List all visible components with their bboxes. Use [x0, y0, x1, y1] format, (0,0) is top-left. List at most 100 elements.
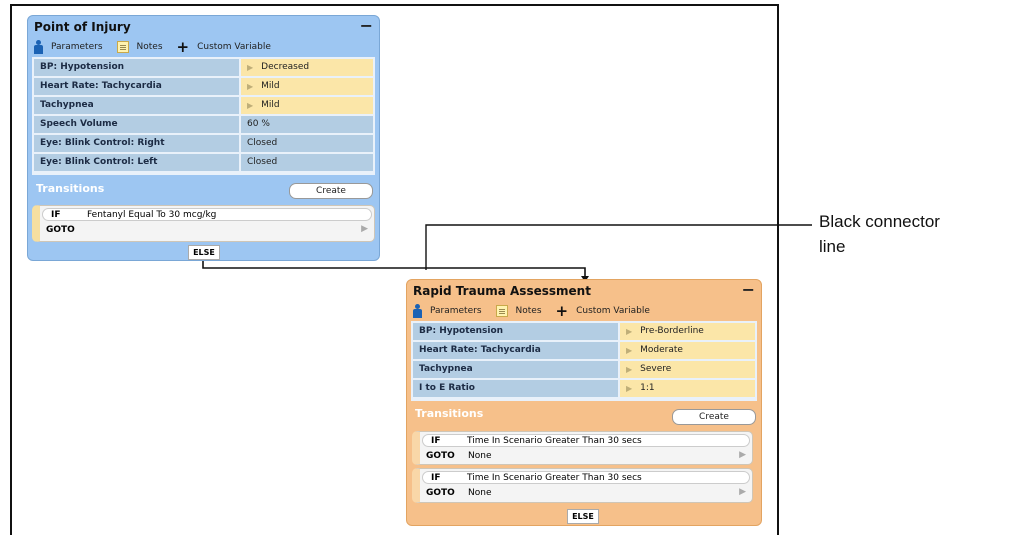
parameter-row[interactable]: Heart Rate: Tachycardia ▶ Moderate	[413, 342, 755, 359]
node-toolbar: Parameters Notes + Custom Variable	[413, 303, 664, 319]
if-keyword: IF	[431, 435, 441, 446]
parameter-row[interactable]: BP: Hypotension ▶ Pre-Borderline	[413, 323, 755, 340]
goto-keyword: GOTO	[426, 451, 455, 461]
if-condition[interactable]: IF Fentanyl Equal To 30 mcg/kg	[42, 208, 372, 221]
plus-icon: +	[176, 38, 190, 56]
parameter-list: BP: Hypotension ▶ Pre-Borderline Heart Rate…	[411, 321, 757, 401]
collapse-button[interactable]: −	[360, 16, 373, 35]
parameter-row[interactable]: Heart Rate: Tachycardia ▶ Mild	[34, 78, 373, 95]
node-rapid-trauma-assessment[interactable]: Rapid Trauma Assessment − Parameters Not…	[406, 279, 762, 526]
collapse-button[interactable]: −	[742, 280, 755, 299]
goto-keyword: GOTO	[426, 488, 455, 498]
parameter-value[interactable]: ▶ 1:1	[620, 380, 755, 397]
condition-text: Time In Scenario Greater Than 30 secs	[467, 435, 642, 446]
node-title: Point of Injury	[34, 20, 131, 34]
parameters-tab[interactable]: Parameters	[413, 304, 482, 318]
goto-row[interactable]: GOTO None ▶	[422, 449, 750, 463]
parameter-row[interactable]: BP: Hypotension ▶ Decreased	[34, 59, 373, 76]
expand-arrow-icon[interactable]: ▶	[247, 78, 253, 95]
parameter-value[interactable]: ▶ Pre-Borderline	[620, 323, 755, 340]
parameter-value[interactable]: 60 %	[241, 116, 373, 133]
parameter-name: Eye: Blink Control: Left	[34, 154, 239, 171]
if-keyword: IF	[51, 209, 61, 220]
transitions-label: Transitions	[415, 407, 484, 420]
parameter-name: Eye: Blink Control: Right	[34, 135, 239, 152]
expand-arrow-icon[interactable]: ▶	[626, 380, 632, 397]
else-button[interactable]: ELSE	[567, 509, 599, 524]
expand-arrow-icon[interactable]: ▶	[247, 97, 253, 114]
notes-tab[interactable]: Notes	[116, 41, 163, 53]
parameter-row[interactable]: Eye: Blink Control: Left Closed	[34, 154, 373, 171]
parameters-label: Parameters	[430, 306, 482, 316]
parameter-row[interactable]: Speech Volume 60 %	[34, 116, 373, 133]
transition-box[interactable]: IF Time In Scenario Greater Than 30 secs…	[412, 468, 753, 503]
create-transition-button[interactable]: Create	[672, 409, 756, 425]
expand-arrow-icon[interactable]: ▶	[626, 342, 632, 359]
parameter-name: BP: Hypotension	[413, 323, 618, 340]
callout-line-1: Black connector	[819, 212, 940, 231]
parameter-value[interactable]: ▶ Severe	[620, 361, 755, 378]
parameter-value-text: Severe	[640, 364, 672, 374]
if-condition[interactable]: IF Time In Scenario Greater Than 30 secs	[422, 471, 750, 484]
parameter-row[interactable]: Eye: Blink Control: Right Closed	[34, 135, 373, 152]
person-icon	[34, 40, 43, 54]
notes-tab[interactable]: Notes	[495, 305, 542, 317]
notes-icon	[495, 305, 508, 317]
if-condition[interactable]: IF Time In Scenario Greater Than 30 secs	[422, 434, 750, 447]
transition-box[interactable]: IF Time In Scenario Greater Than 30 secs…	[412, 431, 753, 465]
parameter-name: I to E Ratio	[413, 380, 618, 397]
expand-arrow-icon[interactable]: ▶	[626, 323, 632, 340]
parameter-value[interactable]: ▶ Decreased	[241, 59, 373, 76]
goto-row[interactable]: GOTO ▶	[42, 223, 372, 237]
callout-label: Black connector line	[819, 209, 940, 259]
condition-text: Fentanyl Equal To 30 mcg/kg	[87, 209, 217, 220]
goto-keyword: GOTO	[46, 225, 75, 235]
goto-arrow-icon[interactable]: ▶	[739, 450, 746, 460]
parameter-value[interactable]: ▶ Mild	[241, 78, 373, 95]
expand-arrow-icon[interactable]: ▶	[626, 361, 632, 378]
parameter-value[interactable]: ▶ Mild	[241, 97, 373, 114]
parameter-value[interactable]: Closed	[241, 154, 373, 171]
else-button[interactable]: ELSE	[188, 245, 220, 260]
notes-label: Notes	[136, 42, 163, 52]
if-keyword: IF	[431, 472, 441, 483]
custom-variable-tab[interactable]: + Custom Variable	[556, 304, 650, 319]
create-transition-button[interactable]: Create	[289, 183, 373, 199]
goto-target: None	[468, 451, 492, 461]
notes-label: Notes	[515, 306, 542, 316]
parameter-name: Speech Volume	[34, 116, 239, 133]
transition-box[interactable]: IF Fentanyl Equal To 30 mcg/kg GOTO ▶	[32, 205, 375, 242]
parameter-value-text: 1:1	[640, 383, 655, 393]
custom-variable-label: Custom Variable	[576, 306, 650, 316]
parameter-value[interactable]: Closed	[241, 135, 373, 152]
node-point-of-injury[interactable]: Point of Injury − Parameters Notes + Cus…	[27, 15, 380, 261]
callout-leader-line	[425, 224, 812, 270]
goto-arrow-icon[interactable]: ▶	[739, 487, 746, 497]
node-toolbar: Parameters Notes + Custom Variable	[34, 39, 285, 55]
person-icon	[413, 304, 422, 318]
parameter-row[interactable]: Tachypnea ▶ Severe	[413, 361, 755, 378]
parameter-row[interactable]: Tachypnea ▶ Mild	[34, 97, 373, 114]
parameter-value[interactable]: ▶ Moderate	[620, 342, 755, 359]
parameter-name: BP: Hypotension	[34, 59, 239, 76]
parameter-value-text: Closed	[247, 138, 278, 148]
goto-target: None	[468, 488, 492, 498]
parameters-label: Parameters	[51, 42, 103, 52]
parameter-name: Tachypnea	[34, 97, 239, 114]
notes-icon	[116, 41, 129, 53]
node-title: Rapid Trauma Assessment	[413, 284, 591, 298]
parameter-value-text: Mild	[261, 81, 280, 91]
parameter-name: Heart Rate: Tachycardia	[413, 342, 618, 359]
transitions-label: Transitions	[36, 182, 105, 195]
parameter-value-text: Mild	[261, 100, 280, 110]
custom-variable-label: Custom Variable	[197, 42, 271, 52]
parameter-list: BP: Hypotension ▶ Decreased Heart Rate: Tac…	[32, 57, 375, 175]
goto-arrow-icon[interactable]: ▶	[361, 224, 368, 234]
condition-text: Time In Scenario Greater Than 30 secs	[467, 472, 642, 483]
goto-row[interactable]: GOTO None ▶	[422, 486, 750, 500]
custom-variable-tab[interactable]: + Custom Variable	[176, 38, 271, 56]
expand-arrow-icon[interactable]: ▶	[247, 59, 253, 76]
parameter-value-text: Pre-Borderline	[640, 326, 704, 336]
parameter-row[interactable]: I to E Ratio ▶ 1:1	[413, 380, 755, 397]
parameters-tab[interactable]: Parameters	[34, 40, 103, 54]
